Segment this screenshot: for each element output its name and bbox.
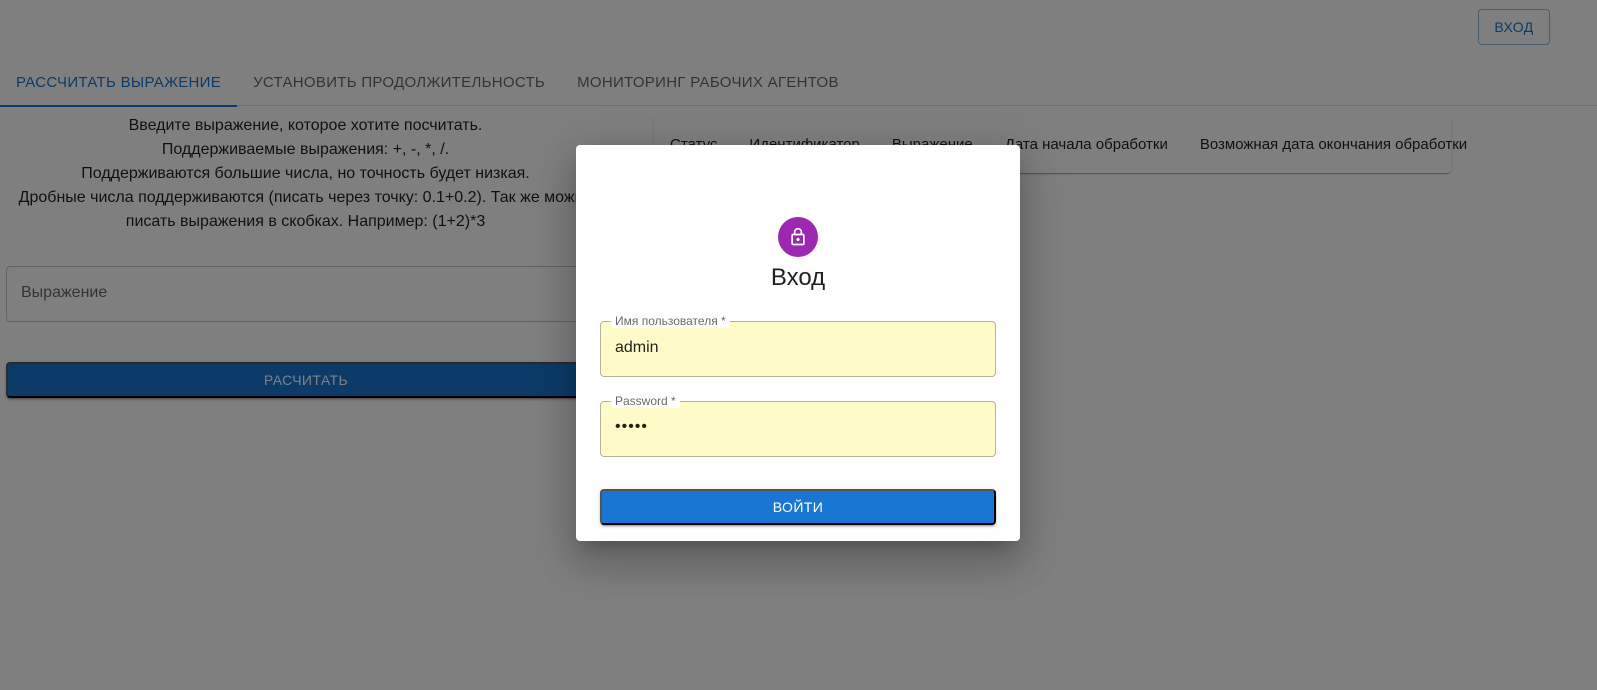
username-label: Имя пользователя * [611, 314, 730, 328]
username-field[interactable]: Имя пользователя * admin [600, 314, 996, 377]
login-submit-button[interactable]: ВОЙТИ [600, 489, 996, 525]
password-value: ••••• [615, 418, 649, 435]
lock-icon [788, 227, 808, 247]
username-value: admin [615, 339, 659, 356]
avatar [778, 217, 818, 257]
password-field[interactable]: Password * ••••• [600, 394, 996, 457]
password-label: Password * [611, 394, 680, 408]
dialog-title: Вход [770, 264, 826, 291]
login-dialog: Вход Имя пользователя * admin Password *… [576, 145, 1020, 541]
